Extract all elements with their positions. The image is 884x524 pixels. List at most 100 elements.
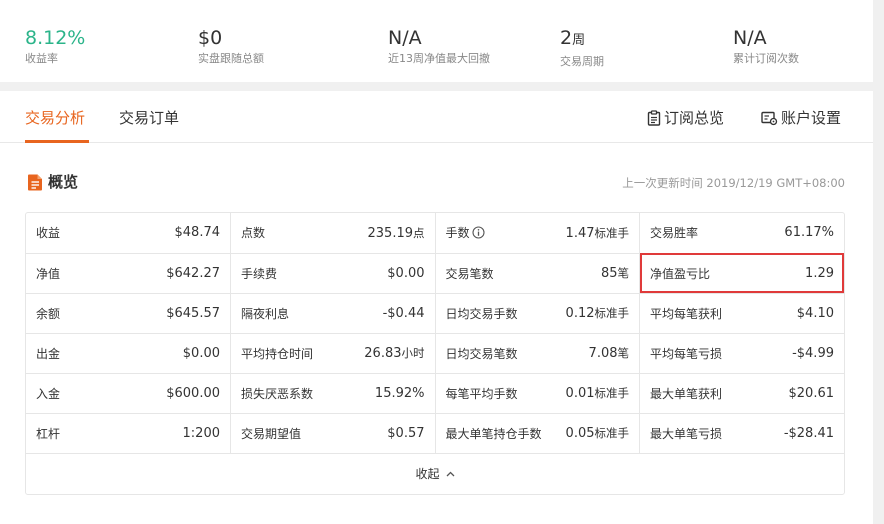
active-tab-indicator	[25, 140, 89, 143]
stat-max-drawdown: N/A 近13周净值最大回撤	[388, 26, 490, 67]
metric: 平均持仓时间 26.83小时	[241, 345, 425, 362]
metric-cell: 手数 1.47标准手	[435, 213, 640, 254]
metric-label-text: 隔夜利息	[241, 306, 290, 321]
metric: 出金 $0.00	[36, 345, 220, 362]
metric-cell: 平均持仓时间 26.83小时	[230, 333, 436, 374]
metric-label-text: 杠杆	[36, 426, 61, 441]
metric-unit: 标准手	[594, 225, 630, 240]
metric-cell: 日均交易笔数 7.08笔	[435, 333, 640, 374]
metric: 最大单笔亏损 -$28.41	[650, 425, 834, 442]
metric-value-number: $642.27	[166, 265, 220, 281]
metric-value: 1.29	[805, 266, 834, 281]
metric-unit: 标准手	[594, 306, 630, 320]
metric-label-text: 交易笔数	[445, 266, 494, 281]
metric-value: $0.00	[183, 346, 220, 361]
metric-value-number: 15.92%	[374, 385, 425, 401]
metric-label-text: 净值	[36, 266, 61, 281]
subscription-overview-link[interactable]: 订阅总览	[647, 107, 724, 129]
metric-label: 净值盈亏比	[650, 265, 710, 282]
metric-cell: 平均每笔获利 $4.10	[639, 293, 844, 334]
stat-value: N/A	[388, 27, 422, 49]
metric-cell: 交易笔数 85笔	[435, 253, 640, 294]
metric-label: 平均持仓时间	[241, 345, 313, 362]
metric: 平均每笔亏损 -$4.99	[650, 345, 834, 362]
metric-value-number: $0.00	[387, 265, 425, 281]
metric-cell: 净值 $642.27	[26, 253, 231, 294]
metric-cell: 收益 $48.74	[26, 213, 231, 254]
metric-cell: 出金 $0.00	[26, 333, 231, 374]
metric-cell: 隔夜利息 -$0.44	[230, 293, 436, 334]
collapse-button[interactable]: 收起	[26, 454, 844, 494]
metric-label: 交易胜率	[650, 224, 698, 241]
metric-cell: 交易期望值 $0.57	[230, 413, 436, 454]
metric-value-number: $645.57	[166, 305, 220, 321]
metric-label-text: 日均交易笔数	[445, 346, 518, 361]
metric-cell: 手续费 $0.00	[230, 253, 436, 294]
stat-label: 收益率	[25, 52, 58, 65]
metric-value-number: 0.12	[565, 306, 595, 321]
metric-value-number: 1.29	[805, 265, 834, 281]
metric-value: $642.27	[166, 266, 220, 281]
tab-bar: 交易分析 交易订单 订阅总览 账户设置	[0, 91, 873, 143]
metric-label: 净值	[36, 265, 60, 282]
tab-trading-analysis[interactable]: 交易分析	[25, 107, 85, 129]
metric-label-text: 最大单笔亏损	[650, 426, 723, 441]
metric-label: 入金	[36, 385, 60, 402]
metric-value: -$28.41	[784, 426, 834, 441]
metric-label-text: 出金	[36, 346, 61, 361]
metric-label-text: 净值盈亏比	[650, 266, 711, 281]
document-icon	[28, 174, 42, 190]
settings-icon	[761, 111, 778, 125]
account-settings-link[interactable]: 账户设置	[761, 107, 841, 129]
metric-label-text: 最大单笔持仓手数	[445, 426, 542, 441]
metric: 损失厌恶系数 15.92%	[241, 385, 425, 402]
metric-label-text: 点数	[241, 226, 266, 241]
metric-unit: 点	[413, 225, 425, 240]
metric: 日均交易手数 0.12标准手	[446, 305, 630, 322]
metric: 收益 $48.74	[36, 224, 220, 241]
metric-label: 交易笔数	[446, 265, 494, 282]
metric-value-number: -$0.44	[382, 305, 425, 321]
metric: 每笔平均手数 0.01标准手	[446, 385, 630, 402]
metric-label-text: 日均交易手数	[445, 306, 518, 321]
metric-value: $600.00	[166, 386, 220, 401]
metric-value: 0.01标准手	[566, 385, 629, 401]
metric-label-text: 平均持仓时间	[241, 346, 314, 361]
metric-label: 手续费	[241, 265, 277, 282]
stat-subscriptions: N/A 累计订阅次数	[733, 26, 799, 67]
metric-label: 交易期望值	[241, 425, 301, 442]
metric-value: $0.57	[387, 426, 424, 441]
metric-value: 1:200	[183, 426, 220, 441]
metric-value: 15.92%	[375, 386, 425, 401]
metric: 隔夜利息 -$0.44	[241, 305, 425, 322]
metric-label-text: 余额	[36, 306, 61, 321]
metric: 手数 1.47标准手	[446, 224, 630, 241]
metric-cell: 最大单笔获利 $20.61	[639, 373, 844, 414]
metric-label: 隔夜利息	[241, 305, 289, 322]
stat-trading-period: 2周 交易周期	[560, 26, 604, 70]
metric-label: 每笔平均手数	[446, 385, 518, 402]
metric-unit: 标准手	[594, 426, 630, 440]
overview-title: 概览	[48, 173, 79, 191]
metric-value: 0.12标准手	[566, 305, 629, 321]
metric-label-text: 交易胜率	[650, 226, 699, 241]
metric-cell: 交易胜率 61.17%	[639, 213, 844, 254]
metric: 交易期望值 $0.57	[241, 425, 425, 442]
metric-value: $0.00	[387, 266, 424, 281]
metric-value: $4.10	[797, 306, 834, 321]
metric-value: 1.47标准手	[566, 225, 629, 241]
metric-label: 余额	[36, 305, 60, 322]
metric-label: 日均交易笔数	[446, 345, 518, 362]
info-icon[interactable]	[471, 226, 485, 239]
metric-label: 损失厌恶系数	[241, 385, 313, 402]
metric-value-number: 1.47	[565, 225, 595, 241]
stat-value: N/A	[733, 27, 767, 49]
main-panel: 交易分析 交易订单 订阅总览 账户设置 概览 上一次更新时间 2019/12/1…	[0, 91, 873, 524]
metric-label: 平均每笔亏损	[650, 345, 722, 362]
metric-unit: 笔	[617, 266, 630, 280]
metric-label: 最大单笔亏损	[650, 425, 722, 442]
stats-bar: 8.12% 收益率 $0 实盘跟随总额 N/A 近13周净值最大回撤 2周 交易…	[0, 0, 873, 82]
tab-trading-orders[interactable]: 交易订单	[119, 107, 179, 129]
metric-label-text: 收益	[36, 226, 61, 241]
metric: 净值 $642.27	[36, 265, 220, 282]
